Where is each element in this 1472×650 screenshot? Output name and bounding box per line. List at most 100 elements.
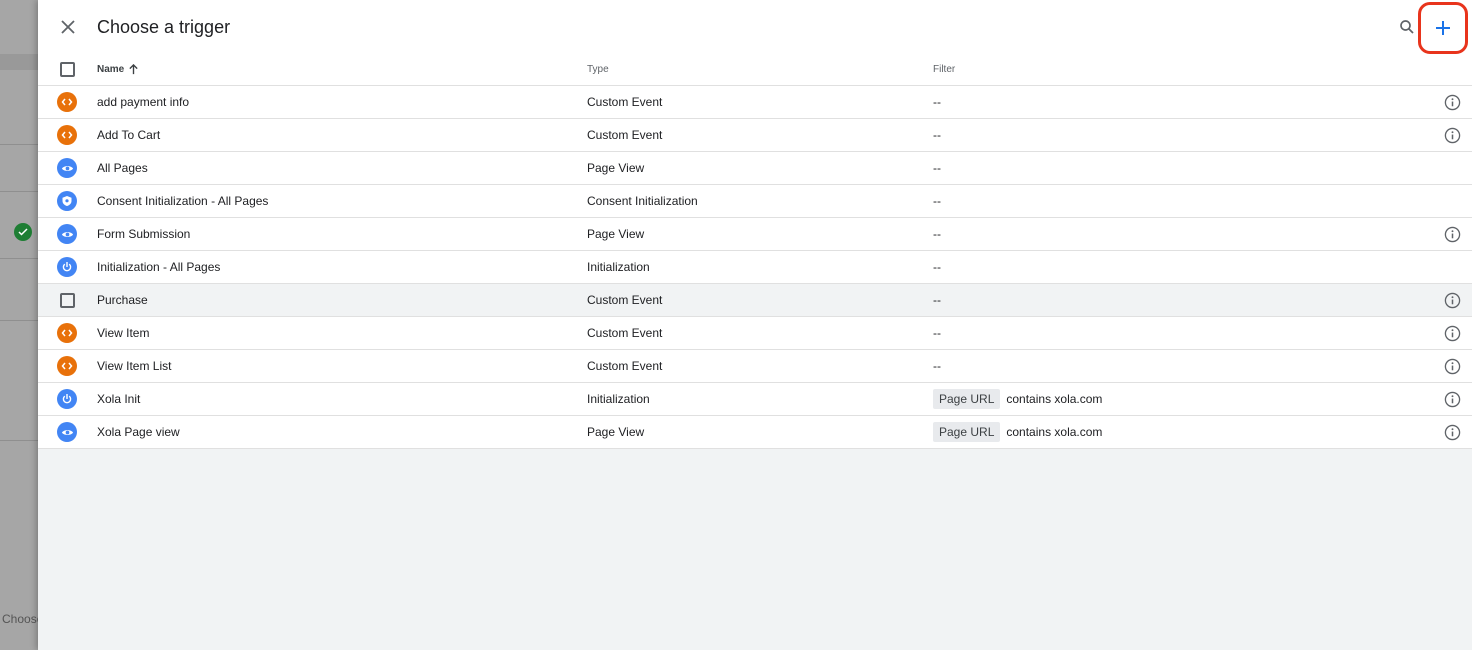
custom-event-icon (57, 92, 77, 112)
sort-ascending-icon (129, 64, 138, 75)
trigger-type: Initialization (587, 392, 650, 406)
trigger-type: Consent Initialization (587, 194, 698, 208)
trigger-row[interactable]: Add To Cart Custom Event -- (38, 119, 1472, 152)
search-button[interactable] (1396, 16, 1418, 38)
info-button[interactable] (1444, 292, 1461, 309)
info-button[interactable] (1444, 127, 1461, 144)
select-all-checkbox[interactable] (60, 62, 75, 77)
add-trigger-button[interactable] (1418, 2, 1468, 54)
filter-variable-chip: Page URL (933, 389, 1001, 409)
trigger-row[interactable]: add payment info Custom Event -- (38, 86, 1472, 119)
trigger-filter: -- (933, 227, 941, 241)
trigger-filter: Page URL contains xola.com (933, 422, 1102, 442)
trigger-name: Form Submission (97, 227, 191, 241)
info-icon (1444, 325, 1461, 342)
add-icon (1436, 21, 1450, 35)
trigger-name: Xola Page view (97, 425, 180, 439)
trigger-filter: -- (933, 161, 941, 175)
trigger-type: Page View (587, 227, 645, 241)
trigger-type: Custom Event (587, 293, 663, 307)
background-divider (0, 320, 38, 321)
filter-condition: contains xola.com (1006, 425, 1103, 439)
trigger-name: Purchase (97, 293, 148, 307)
filter-variable-chip: Page URL (933, 422, 1001, 442)
choose-trigger-panel: Choose a trigger Name Type Filter add pa… (38, 0, 1472, 650)
trigger-row[interactable]: Purchase Custom Event -- (38, 284, 1472, 317)
power-icon (57, 389, 77, 409)
close-button[interactable] (56, 15, 80, 39)
info-button[interactable] (1444, 325, 1461, 342)
table-header: Name Type Filter (38, 54, 1472, 86)
info-icon (1444, 94, 1461, 111)
trigger-name: Consent Initialization - All Pages (97, 194, 269, 208)
custom-event-icon (57, 356, 77, 376)
info-icon (1444, 127, 1461, 144)
trigger-row[interactable]: Form Submission Page View -- (38, 218, 1472, 251)
info-button[interactable] (1444, 358, 1461, 375)
trigger-row[interactable]: All Pages Page View -- (38, 152, 1472, 185)
trigger-row[interactable]: View Item Custom Event -- (38, 317, 1472, 350)
trigger-type: Custom Event (587, 326, 663, 340)
trigger-filter: -- (933, 260, 941, 274)
panel-header: Choose a trigger (38, 0, 1472, 54)
background-page: Choose (0, 0, 43, 650)
type-column-header: Type (587, 64, 609, 75)
info-icon (1444, 358, 1461, 375)
panel-title: Choose a trigger (97, 17, 231, 37)
consent-shield-icon (57, 191, 77, 211)
power-icon (57, 257, 77, 277)
trigger-filter: -- (933, 128, 941, 142)
trigger-name: Add To Cart (97, 128, 161, 142)
trigger-filter: -- (933, 293, 941, 307)
background-divider (0, 258, 38, 259)
trigger-name: View Item (97, 326, 150, 340)
trigger-filter: Page URL contains xola.com (933, 389, 1102, 409)
custom-event-icon (57, 323, 77, 343)
background-divider (0, 144, 38, 145)
trigger-filter: -- (933, 326, 941, 340)
trigger-row[interactable]: View Item List Custom Event -- (38, 350, 1472, 383)
trigger-type: Initialization (587, 260, 650, 274)
close-icon (61, 20, 75, 34)
trigger-type: Page View (587, 161, 645, 175)
name-column-header[interactable]: Name (97, 64, 139, 75)
trigger-filter: -- (933, 359, 941, 373)
trigger-type: Page View (587, 425, 645, 439)
page-view-icon (57, 224, 77, 244)
trigger-name: Initialization - All Pages (97, 260, 221, 274)
info-button[interactable] (1444, 391, 1461, 408)
filter-condition: contains xola.com (1006, 392, 1103, 406)
info-icon (1444, 391, 1461, 408)
trigger-list: add payment info Custom Event -- Add To … (38, 86, 1472, 449)
trigger-row[interactable]: Xola Init Initialization Page URL contai… (38, 383, 1472, 416)
trigger-name: add payment info (97, 95, 190, 109)
info-icon (1444, 292, 1461, 309)
background-divider (0, 440, 38, 441)
row-checkbox[interactable] (60, 293, 75, 308)
background-divider (0, 191, 38, 192)
trigger-type: Custom Event (587, 95, 663, 109)
page-view-icon (57, 158, 77, 178)
trigger-type: Custom Event (587, 359, 663, 373)
name-column-label: Name (97, 64, 125, 75)
trigger-row[interactable]: Xola Page view Page View Page URL contai… (38, 416, 1472, 449)
info-button[interactable] (1444, 226, 1461, 243)
trigger-name: All Pages (97, 161, 148, 175)
background-band (0, 54, 38, 70)
search-icon (1400, 20, 1414, 34)
trigger-type: Custom Event (587, 128, 663, 142)
trigger-filter: -- (933, 194, 941, 208)
published-check-icon (14, 223, 32, 241)
trigger-name: View Item List (97, 359, 172, 373)
trigger-name: Xola Init (97, 392, 141, 406)
info-icon (1444, 424, 1461, 441)
trigger-filter: -- (933, 95, 941, 109)
info-icon (1444, 226, 1461, 243)
trigger-row[interactable]: Initialization - All Pages Initializatio… (38, 251, 1472, 284)
filter-column-header: Filter (933, 64, 956, 75)
page-view-icon (57, 422, 77, 442)
info-button[interactable] (1444, 94, 1461, 111)
info-button[interactable] (1444, 424, 1461, 441)
trigger-row[interactable]: Consent Initialization - All Pages Conse… (38, 185, 1472, 218)
custom-event-icon (57, 125, 77, 145)
